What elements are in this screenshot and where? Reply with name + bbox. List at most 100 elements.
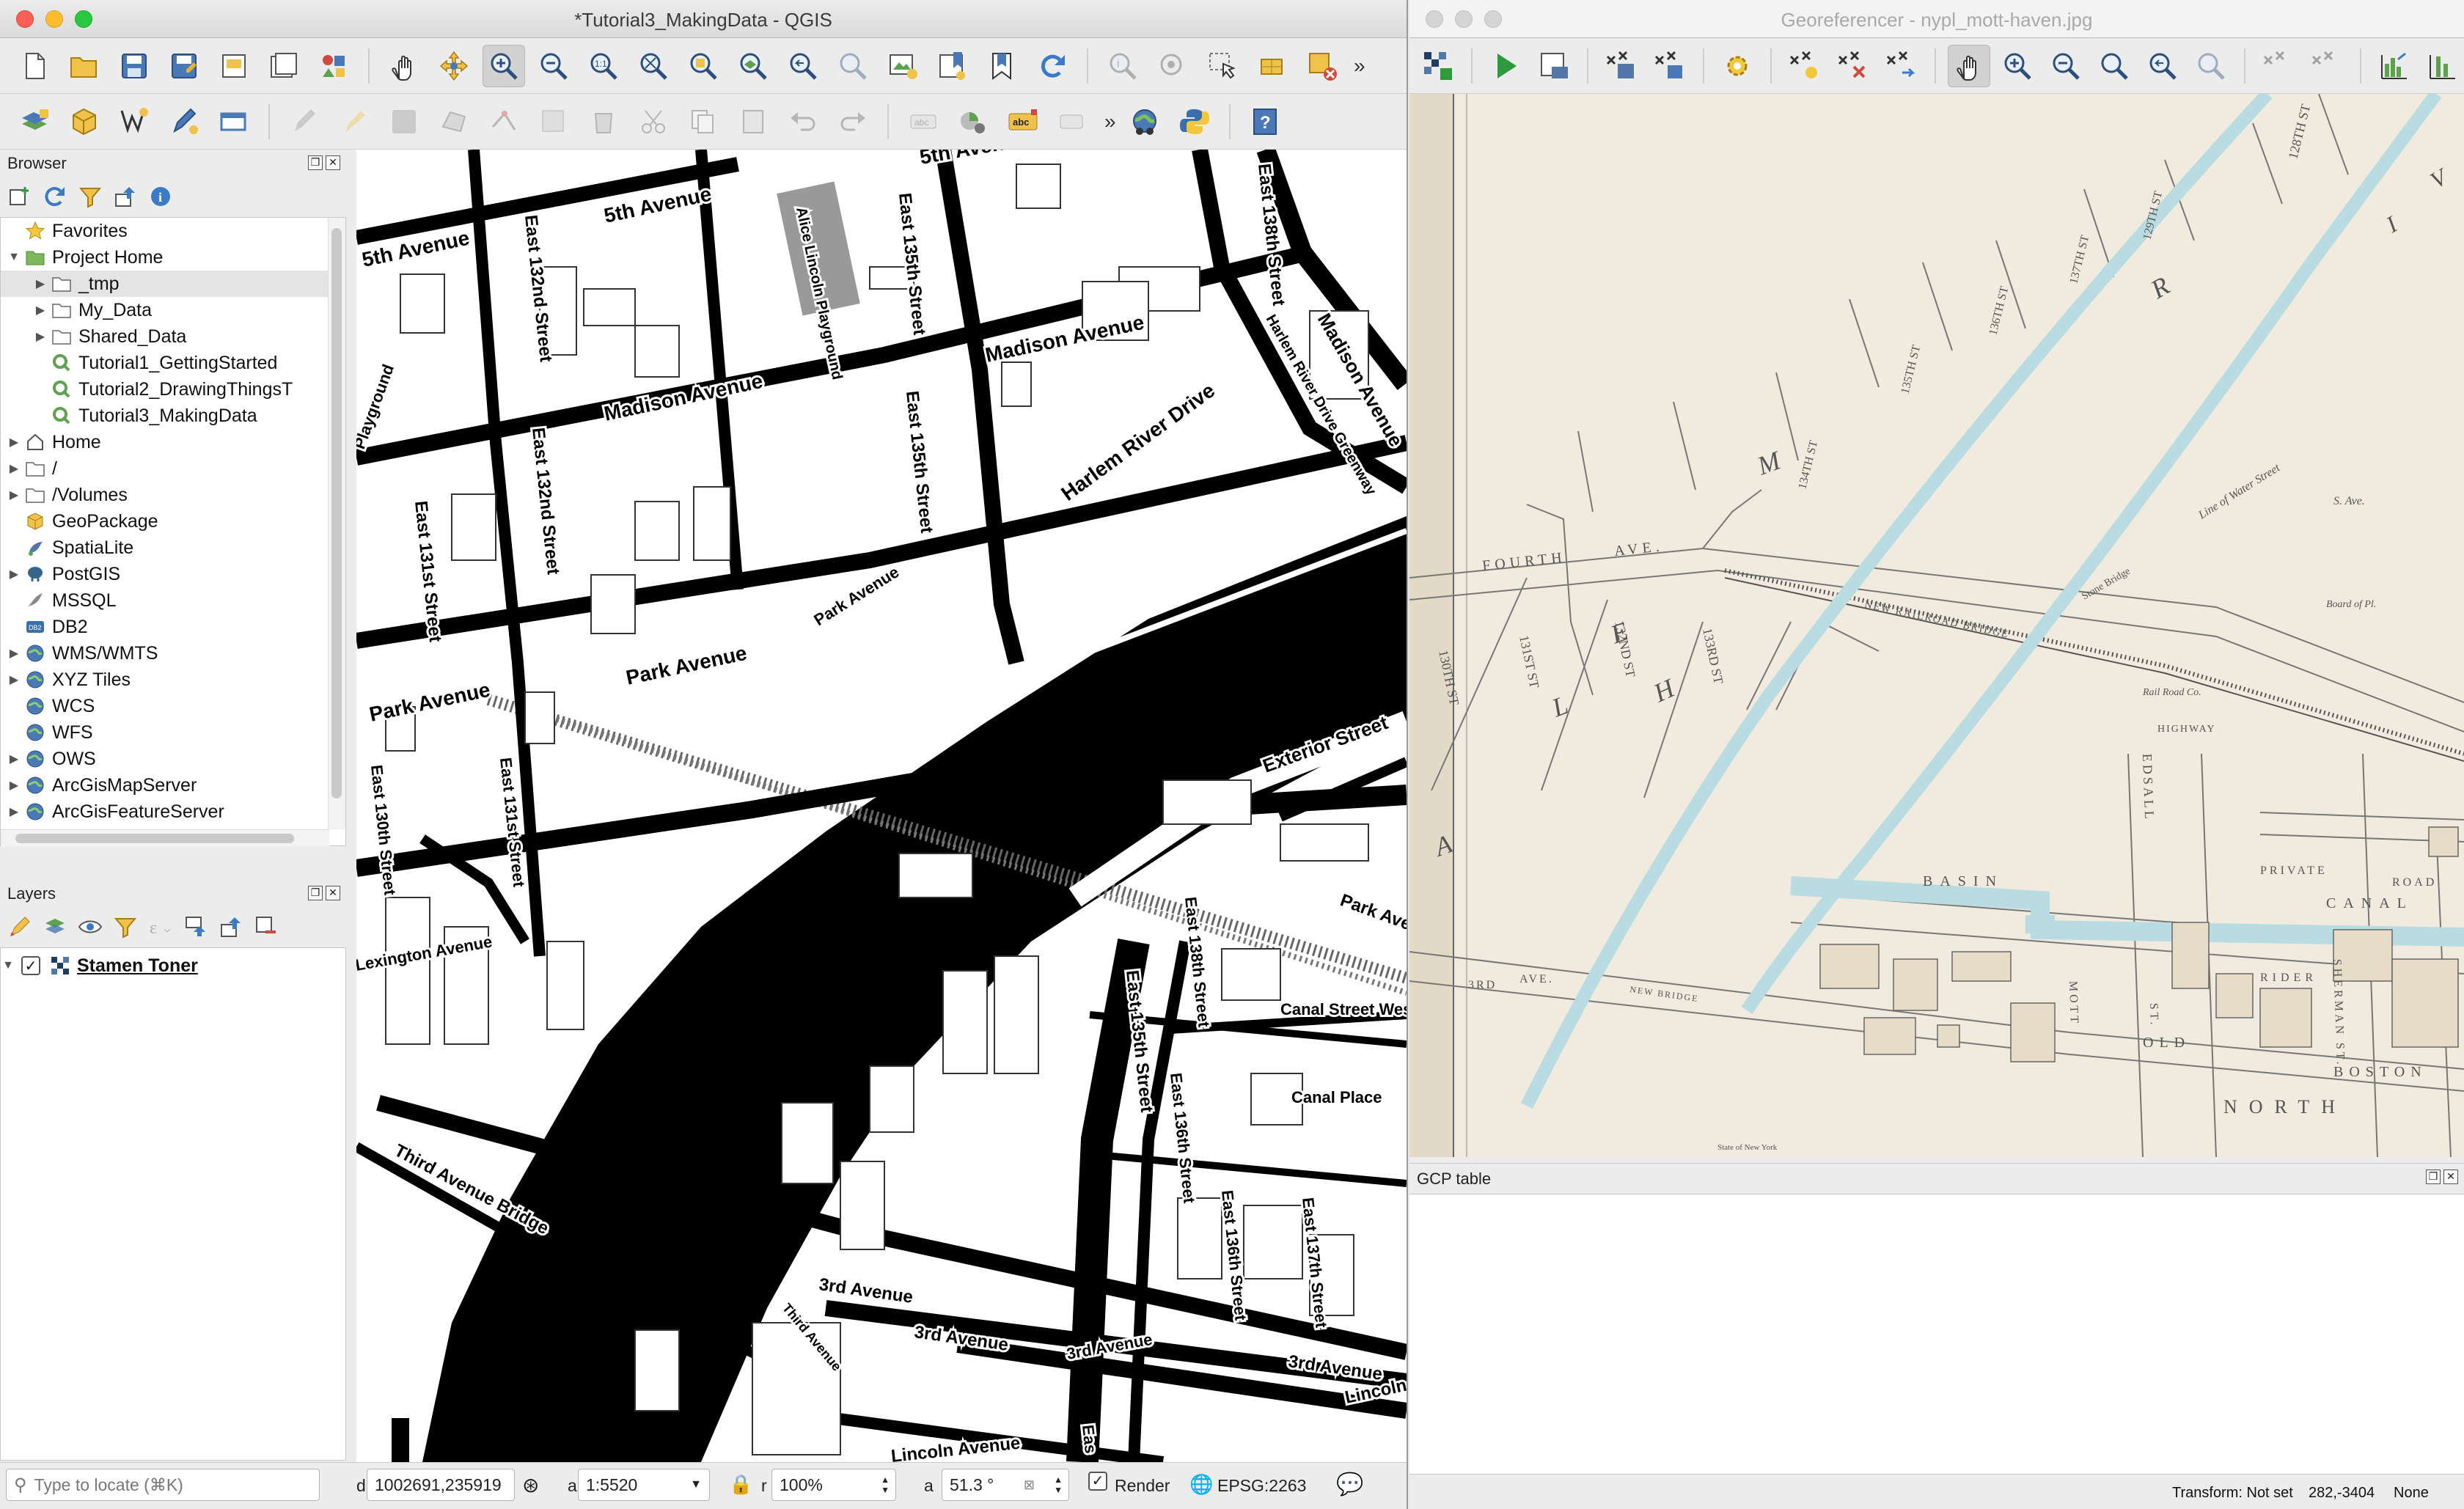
properties-info-icon[interactable]: i <box>148 184 173 209</box>
browser-item[interactable]: Tutorial1_GettingStarted <box>1 350 329 376</box>
more-tools-chevron-icon[interactable]: » <box>1354 54 1365 78</box>
generate-gdal-script-button[interactable] <box>1533 45 1575 87</box>
zoom-out-button[interactable] <box>532 45 575 87</box>
scale-combobox[interactable]: 1:5520 ▼ <box>578 1469 710 1501</box>
deselect-all-button[interactable] <box>1301 45 1343 87</box>
historic-map-image[interactable]: 128TH ST 129TH ST 130TH ST 131ST ST 132N… <box>1409 94 2464 1157</box>
chevron-right-icon[interactable]: ▶ <box>7 804 21 819</box>
pin-labels-button[interactable] <box>1052 100 1094 143</box>
zoom-last-button[interactable] <box>782 45 824 87</box>
browser-item[interactable]: ▼ Project Home <box>1 244 329 271</box>
show-bookmarks-button[interactable] <box>981 45 1024 87</box>
browser-item[interactable]: GeoPackage <box>1 508 329 535</box>
new-shapefile-layer-button[interactable] <box>113 100 155 143</box>
close-panel-button[interactable]: ✕ <box>326 886 340 900</box>
manage-visibility-icon[interactable] <box>78 914 103 939</box>
filter-expression-icon[interactable]: ε <box>148 914 173 939</box>
zoom-in-button[interactable] <box>483 44 525 87</box>
new-temporary-layer-button[interactable] <box>163 100 205 143</box>
remove-layer-icon[interactable] <box>254 914 279 939</box>
browser-item[interactable]: ▶ /Volumes <box>1 482 329 508</box>
zoom-last-button[interactable] <box>2141 45 2184 87</box>
filter-icon[interactable] <box>78 184 103 209</box>
scrollbar-thumb[interactable] <box>331 228 342 798</box>
browser-item[interactable]: ▶ OWS <box>1 746 329 772</box>
close-panel-button[interactable]: ✕ <box>326 155 340 170</box>
zoom-full-button[interactable] <box>632 45 675 87</box>
locator-search-input[interactable]: ⚲ Type to locate (⌘K) <box>6 1469 320 1501</box>
scrollbar-thumb[interactable] <box>15 834 294 843</box>
help-button[interactable]: ? <box>1244 100 1286 143</box>
layout-manager-button[interactable] <box>263 45 305 87</box>
collapse-all-icon[interactable] <box>219 914 243 939</box>
label-toolbar-button[interactable]: abc <box>902 100 945 143</box>
link-georeferencer-button[interactable] <box>2257 45 2300 87</box>
identify-button[interactable]: i <box>1101 45 1144 87</box>
select-features-button[interactable] <box>1201 45 1244 87</box>
open-raster-button[interactable] <box>1417 45 1459 87</box>
add-point-button[interactable] <box>1783 45 1826 87</box>
redo-button[interactable] <box>832 100 874 143</box>
zoom-out-button[interactable] <box>2045 45 2087 87</box>
save-layer-edits-button[interactable] <box>383 100 425 143</box>
zoom-to-selection-button[interactable] <box>682 45 725 87</box>
copy-features-button[interactable] <box>682 100 725 143</box>
layer-diagram-button[interactable] <box>952 100 994 143</box>
data-source-manager-button[interactable] <box>13 100 56 143</box>
expand-arrow-icon[interactable]: ▼ <box>1 959 15 972</box>
gcp-table[interactable] <box>1409 1194 2464 1474</box>
chevron-right-icon[interactable]: ▶ <box>7 461 21 476</box>
zoom-in-button[interactable] <box>1996 45 2039 87</box>
crs-label[interactable]: EPSG:2263 <box>1217 1476 1306 1496</box>
new-virtual-layer-button[interactable] <box>213 100 255 143</box>
chevron-down-icon[interactable]: ▼ <box>7 251 21 264</box>
render-checkbox[interactable]: ✓ <box>1088 1472 1107 1491</box>
crs-globe-icon[interactable]: 🌐 <box>1189 1473 1213 1496</box>
layer-labeling-button[interactable]: abc <box>1002 100 1044 143</box>
new-project-button[interactable] <box>13 45 56 87</box>
delete-selected-button[interactable] <box>582 100 625 143</box>
browser-item[interactable]: ▶ _tmp <box>1 271 329 297</box>
chevron-right-icon[interactable]: ▶ <box>33 329 48 344</box>
chevron-right-icon[interactable]: ▶ <box>7 646 21 661</box>
transformation-settings-button[interactable] <box>1716 45 1759 87</box>
zoom-to-layer-button[interactable] <box>732 45 774 87</box>
chevron-right-icon[interactable]: ▶ <box>7 567 21 581</box>
new-print-layout-button[interactable] <box>213 45 255 87</box>
local-histogram-stretch-button[interactable] <box>2421 45 2464 87</box>
python-console-button[interactable] <box>1173 100 1216 143</box>
start-georeferencing-button[interactable] <box>1484 45 1527 87</box>
current-edits-button[interactable] <box>283 100 326 143</box>
layer-styling-icon[interactable] <box>7 914 32 939</box>
collapse-all-icon[interactable] <box>113 184 138 209</box>
browser-item[interactable]: ▶ PostGIS <box>1 561 329 587</box>
magnifier-spinbox[interactable]: 100% ▲ ▼ <box>771 1469 896 1501</box>
expand-all-icon[interactable] <box>183 914 208 939</box>
georeferencer-raster-canvas[interactable]: 128TH ST 129TH ST 130TH ST 131ST ST 132N… <box>1409 94 2464 1157</box>
browser-item[interactable]: ▶ Home <box>1 429 329 455</box>
lock-scale-icon[interactable]: 🔒 <box>729 1473 752 1496</box>
delete-point-button[interactable] <box>1832 45 1874 87</box>
plugin-globe-button[interactable] <box>1123 100 1166 143</box>
browser-item[interactable]: ▶ XYZ Tiles <box>1 667 329 693</box>
browser-item[interactable]: MSSQL <box>1 587 329 614</box>
browser-item[interactable]: ▶ / <box>1 455 329 482</box>
spin-arrows-icon[interactable]: ▲ ▼ <box>881 1475 890 1495</box>
float-panel-button[interactable]: ❐ <box>308 886 323 900</box>
browser-item[interactable]: ▶ Shared_Data <box>1 323 329 350</box>
chevron-right-icon[interactable]: ▶ <box>7 752 21 766</box>
run-action-button[interactable] <box>1151 45 1194 87</box>
browser-item[interactable]: WFS <box>1 719 329 746</box>
chevron-right-icon[interactable]: ▶ <box>7 672 21 687</box>
layer-visibility-checkbox[interactable]: ✓ <box>21 956 40 975</box>
toggle-extents-icon[interactable]: ⊛ <box>522 1473 539 1497</box>
chevron-right-icon[interactable]: ▶ <box>7 488 21 502</box>
coordinate-field[interactable]: 1002691,235919 <box>367 1469 515 1501</box>
browser-item[interactable]: ▶ WMS/WMTS <box>1 640 329 667</box>
add-selected-layers-icon[interactable] <box>7 184 32 209</box>
style-manager-button[interactable] <box>312 45 355 87</box>
browser-item[interactable]: Favorites <box>1 218 329 244</box>
clear-icon[interactable]: ⊠ <box>1024 1477 1035 1493</box>
add-polygon-button[interactable] <box>433 100 475 143</box>
refresh-icon[interactable] <box>43 184 67 209</box>
